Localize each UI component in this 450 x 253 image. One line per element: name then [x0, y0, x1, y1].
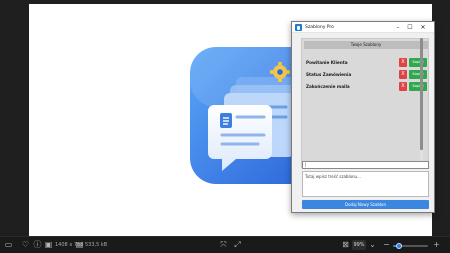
window-title: Szablony Pro [305, 25, 334, 30]
scrollbar-thumb[interactable] [420, 38, 423, 150]
minimize-button[interactable]: – [393, 23, 403, 32]
delete-template-button[interactable]: X [399, 58, 407, 67]
close-button[interactable]: ✕ [418, 23, 428, 32]
viewer-statusbar: ▭ ♡ ⓘ ▣ 1408 x 768 ▤ 533,5 kB ⤧ ⤢ ⊠ 99% … [0, 236, 450, 253]
file-icon: ▤ [75, 240, 84, 249]
template-name: Zakończenie maila [306, 84, 350, 89]
monitor-icon[interactable]: ▭ [4, 240, 13, 249]
template-name: Powitanie Klienta [306, 60, 348, 65]
app-logo-icon [295, 24, 302, 31]
template-row: Status Zamówienia X Kopiuj [305, 70, 427, 79]
zoom-in-icon[interactable]: + [432, 240, 441, 249]
image-icon: ▣ [44, 240, 53, 249]
delete-template-button[interactable]: X [399, 70, 407, 79]
template-row: Powitanie Klienta X Kopiuj [305, 58, 427, 67]
templates-scrollbar[interactable] [420, 38, 423, 168]
template-name: Status Zamówienia [306, 72, 352, 77]
app-window: Szablony Pro – ☐ ✕ Twoje Szablony Powita… [291, 21, 435, 213]
zoom-slider-knob[interactable] [395, 243, 402, 249]
template-content-textarea[interactable]: Tutaj wpisz treść szablonu... [302, 171, 429, 197]
copy-template-button[interactable]: Kopiuj [409, 70, 427, 79]
image-viewer: Szablony Pro – ☐ ✕ Twoje Szablony Powita… [0, 0, 450, 253]
copy-template-button[interactable]: Kopiuj [409, 58, 427, 67]
fit-screen-icon[interactable]: ⤧ [219, 240, 228, 249]
file-size: 533,5 kB [85, 242, 108, 248]
zoom-dropdown-icon[interactable]: ⌄ [368, 240, 377, 249]
fullscreen-icon[interactable]: ⤢ [233, 240, 242, 249]
aspect-ratio-icon[interactable]: ⊠ [341, 240, 350, 249]
heart-icon[interactable]: ♡ [21, 240, 30, 249]
template-row: Zakończenie maila X Kopiuj [305, 82, 427, 91]
info-icon[interactable]: ⓘ [33, 240, 42, 249]
zoom-level[interactable]: 99% [352, 240, 366, 250]
templates-header: Twoje Szablony [304, 41, 428, 49]
maximize-button[interactable]: ☐ [405, 23, 415, 32]
templates-panel: Twoje Szablony Powitanie Klienta X Kopiu… [301, 38, 429, 168]
window-titlebar[interactable]: Szablony Pro – ☐ ✕ [292, 22, 434, 33]
zoom-out-icon[interactable]: − [382, 240, 391, 249]
copy-template-button[interactable]: Kopiuj [409, 82, 427, 91]
zoom-slider[interactable] [393, 243, 428, 249]
delete-template-button[interactable]: X [399, 82, 407, 91]
add-template-button[interactable]: Dodaj Nowy Szablon [302, 200, 429, 209]
template-name-input[interactable]: | [302, 161, 429, 169]
